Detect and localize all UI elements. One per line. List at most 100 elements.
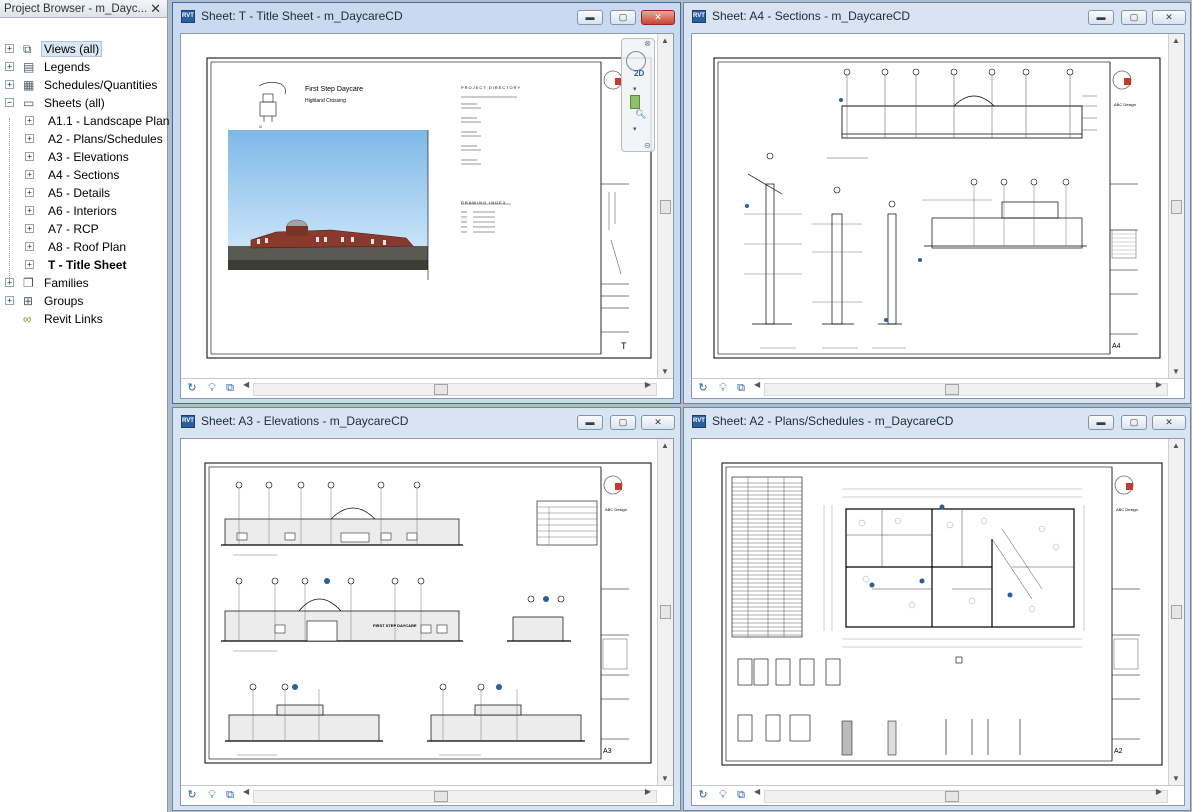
maximize-button[interactable]: ▢ — [610, 415, 636, 430]
horizontal-scrollbar[interactable] — [253, 790, 657, 803]
vertical-scrollbar[interactable]: ▲ ▼ — [657, 34, 673, 398]
tree-item-t-title-sheet[interactable]: + T - Title Sheet — [0, 256, 167, 274]
tree-item-schedules-quantities[interactable]: + ▦ Schedules/Quantities — [0, 76, 167, 94]
steering-wheel-icon[interactable] — [626, 51, 646, 71]
window-title-bar[interactable]: RVT Sheet: T - Title Sheet - m_DaycareCD… — [173, 3, 680, 29]
tree-item-a6-interiors[interactable]: + A6 - Interiors — [0, 202, 167, 220]
window-title-bar[interactable]: RVT Sheet: A2 - Plans/Schedules - m_Dayc… — [684, 408, 1190, 434]
expand-icon[interactable]: + — [25, 242, 34, 251]
scroll-up-icon[interactable]: ▲ — [661, 441, 669, 450]
maximize-button[interactable]: ▢ — [1121, 10, 1147, 25]
horizontal-scrollbar[interactable] — [764, 383, 1168, 396]
sheet-view-canvas[interactable]: ABC Design A4 ▲ ▼ ↻ 💡︎ ⧉ ◀ ▶ — [691, 33, 1185, 399]
close-button[interactable]: ✕ — [641, 415, 675, 430]
view-window-title-sheet[interactable]: RVT Sheet: T - Title Sheet - m_DaycareCD… — [172, 2, 681, 404]
view-window-elevations[interactable]: RVT Sheet: A3 - Elevations - m_DaycareCD… — [172, 407, 681, 811]
scroll-thumb[interactable] — [1171, 605, 1182, 619]
window-title-bar[interactable]: RVT Sheet: A3 - Elevations - m_DaycareCD… — [173, 408, 680, 434]
tree-item-a3-elevations[interactable]: + A3 - Elevations — [0, 148, 167, 166]
sheet-scale-icon[interactable]: ↻ — [696, 382, 710, 395]
sheet-scale-icon[interactable]: ↻ — [696, 789, 710, 802]
scroll-down-icon[interactable]: ▼ — [661, 774, 669, 783]
scroll-left-icon[interactable]: ◀ — [754, 380, 760, 389]
navigation-bar[interactable]: ⊗ 2D ▾ 🔍︎ ▾ ⊝ — [621, 38, 655, 152]
scroll-thumb[interactable] — [945, 791, 959, 802]
scroll-thumb[interactable] — [660, 200, 671, 214]
tree-item-a2-plans-schedules[interactable]: + A2 - Plans/Schedules — [0, 130, 167, 148]
expand-icon[interactable]: + — [5, 296, 14, 305]
visual-style-icon[interactable]: 💡︎ — [205, 789, 219, 802]
tree-item-legends[interactable]: + ▤ Legends — [0, 58, 167, 76]
expand-icon[interactable]: + — [25, 224, 34, 233]
view-window-sections[interactable]: RVT Sheet: A4 - Sections - m_DaycareCD ▬… — [683, 2, 1191, 404]
close-icon[interactable]: ✕ — [150, 1, 161, 17]
tree-item-a5-details[interactable]: + A5 - Details — [0, 184, 167, 202]
expand-icon[interactable]: + — [5, 62, 14, 71]
vertical-scrollbar[interactable]: ▲ ▼ — [1168, 439, 1184, 805]
maximize-button[interactable]: ▢ — [1121, 415, 1147, 430]
scroll-right-icon[interactable]: ▶ — [1156, 787, 1162, 796]
temporary-hide-icon[interactable]: ⧉ — [223, 789, 237, 802]
sheet-scale-icon[interactable]: ↻ — [185, 382, 199, 395]
expand-icon[interactable]: + — [25, 152, 34, 161]
visual-style-icon[interactable]: 💡︎ — [716, 789, 730, 802]
navbar-close-icon[interactable]: ⊗ — [644, 39, 651, 48]
scroll-thumb[interactable] — [434, 791, 448, 802]
sheet-scale-icon[interactable]: ↻ — [185, 789, 199, 802]
tree-item-a4-sections[interactable]: + A4 - Sections — [0, 166, 167, 184]
scroll-down-icon[interactable]: ▼ — [1172, 774, 1180, 783]
minimize-button[interactable]: ▬ — [577, 415, 603, 430]
scroll-thumb[interactable] — [1171, 200, 1182, 214]
scroll-right-icon[interactable]: ▶ — [1156, 380, 1162, 389]
horizontal-scrollbar[interactable] — [764, 790, 1168, 803]
tree-item-sheets-all[interactable]: − ▭ Sheets (all) — [0, 94, 167, 112]
expand-icon[interactable]: + — [25, 134, 34, 143]
expand-icon[interactable]: + — [25, 206, 34, 215]
expand-icon[interactable]: + — [5, 44, 14, 53]
visual-style-icon[interactable]: 💡︎ — [716, 382, 730, 395]
maximize-button[interactable]: ▢ — [610, 10, 636, 25]
view-window-plans[interactable]: RVT Sheet: A2 - Plans/Schedules - m_Dayc… — [683, 407, 1191, 811]
scroll-thumb[interactable] — [660, 605, 671, 619]
scroll-left-icon[interactable]: ◀ — [243, 380, 249, 389]
expand-icon[interactable]: + — [25, 188, 34, 197]
tree-item-a1-1-landscape-plan[interactable]: + A1.1 - Landscape Plan — [0, 112, 169, 130]
sheet-view-canvas[interactable]: FIRST STEP DAYCARE ABC Design A3 ▲ ▼ ↻ 💡… — [180, 438, 674, 806]
chevron-down-icon[interactable]: ▾ — [633, 125, 637, 133]
tree-item-revit-links[interactable]: ∞ Revit Links — [0, 310, 167, 328]
scroll-up-icon[interactable]: ▲ — [1172, 441, 1180, 450]
scroll-up-icon[interactable]: ▲ — [1172, 36, 1180, 45]
expand-icon[interactable]: + — [25, 116, 34, 125]
scroll-up-icon[interactable]: ▲ — [661, 36, 669, 45]
navbar-options-icon[interactable]: ⊝ — [644, 141, 651, 150]
scroll-thumb[interactable] — [945, 384, 959, 395]
scroll-right-icon[interactable]: ▶ — [645, 380, 651, 389]
close-button[interactable]: ✕ — [641, 10, 675, 25]
close-button[interactable]: ✕ — [1152, 10, 1186, 25]
minimize-button[interactable]: ▬ — [1088, 10, 1114, 25]
visual-style-icon[interactable]: 💡︎ — [205, 382, 219, 395]
scroll-left-icon[interactable]: ◀ — [754, 787, 760, 796]
vertical-scrollbar[interactable]: ▲ ▼ — [657, 439, 673, 805]
vertical-scrollbar[interactable]: ▲ ▼ — [1168, 34, 1184, 398]
tree-item-a7-rcp[interactable]: + A7 - RCP — [0, 220, 167, 238]
tree-item-groups[interactable]: + ⊞ Groups — [0, 292, 167, 310]
sheet-view-canvas[interactable]: III First Step Daycare Highland Crossing… — [180, 33, 674, 399]
scroll-thumb[interactable] — [434, 384, 448, 395]
minimize-button[interactable]: ▬ — [1088, 415, 1114, 430]
scroll-down-icon[interactable]: ▼ — [1172, 367, 1180, 376]
window-title-bar[interactable]: RVT Sheet: A4 - Sections - m_DaycareCD ▬… — [684, 3, 1190, 29]
zoom-icon[interactable]: 🔍︎ — [635, 109, 646, 120]
tree-item-families[interactable]: + ❐ Families — [0, 274, 167, 292]
chevron-down-icon[interactable]: ▾ — [633, 85, 637, 93]
scroll-left-icon[interactable]: ◀ — [243, 787, 249, 796]
close-button[interactable]: ✕ — [1152, 415, 1186, 430]
expand-icon[interactable]: + — [5, 80, 14, 89]
temporary-hide-icon[interactable]: ⧉ — [734, 382, 748, 395]
expand-icon[interactable]: + — [25, 170, 34, 179]
pan-icon[interactable] — [630, 95, 640, 109]
horizontal-scrollbar[interactable] — [253, 383, 657, 396]
temporary-hide-icon[interactable]: ⧉ — [734, 789, 748, 802]
minimize-button[interactable]: ▬ — [577, 10, 603, 25]
scroll-down-icon[interactable]: ▼ — [661, 367, 669, 376]
